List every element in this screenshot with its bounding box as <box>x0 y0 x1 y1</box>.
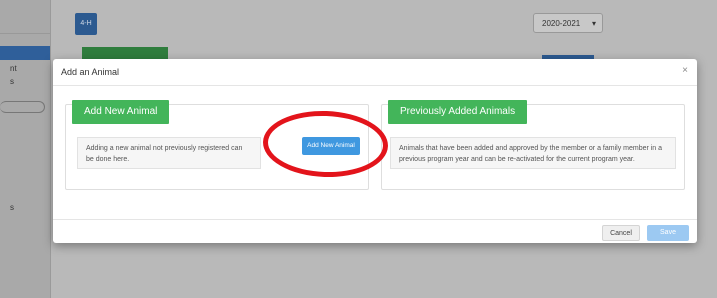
add-new-animal-button[interactable]: Add New Animal <box>302 137 360 155</box>
sidebar-search-pill[interactable] <box>0 101 45 113</box>
sidebar-text: s <box>10 203 14 212</box>
add-animal-modal: Add an Animal × Add New Animal Adding a … <box>53 59 697 243</box>
add-new-animal-panel: Add New Animal Adding a new animal not p… <box>65 100 369 190</box>
cancel-button[interactable]: Cancel <box>602 225 640 241</box>
close-icon[interactable]: × <box>682 65 688 76</box>
modal-title: Add an Animal <box>61 67 120 77</box>
modal-header: Add an Animal × <box>53 59 697 86</box>
program-year-select[interactable]: 2020-2021 ▾ <box>533 13 603 33</box>
modal-footer-divider <box>53 219 697 220</box>
sidebar-text: s <box>10 77 14 86</box>
animals-tab[interactable] <box>82 47 168 59</box>
sidebar-divider <box>0 33 50 34</box>
chevron-down-icon: ▾ <box>591 19 596 28</box>
sidebar: nt s s <box>0 0 51 298</box>
previously-added-animals-panel: Previously Added Animals Animals that ha… <box>381 100 685 190</box>
panel-description: Animals that have been added and approve… <box>390 137 676 169</box>
save-button[interactable]: Save <box>647 225 689 241</box>
program-year-value: 2020-2021 <box>542 19 581 28</box>
program-badge: 4-H <box>75 13 97 35</box>
sidebar-active-item[interactable] <box>0 46 50 60</box>
panel-description: Adding a new animal not previously regis… <box>77 137 261 169</box>
panel-heading: Previously Added Animals <box>388 100 528 124</box>
sidebar-text: nt <box>10 64 17 73</box>
panel-heading: Add New Animal <box>72 100 170 124</box>
